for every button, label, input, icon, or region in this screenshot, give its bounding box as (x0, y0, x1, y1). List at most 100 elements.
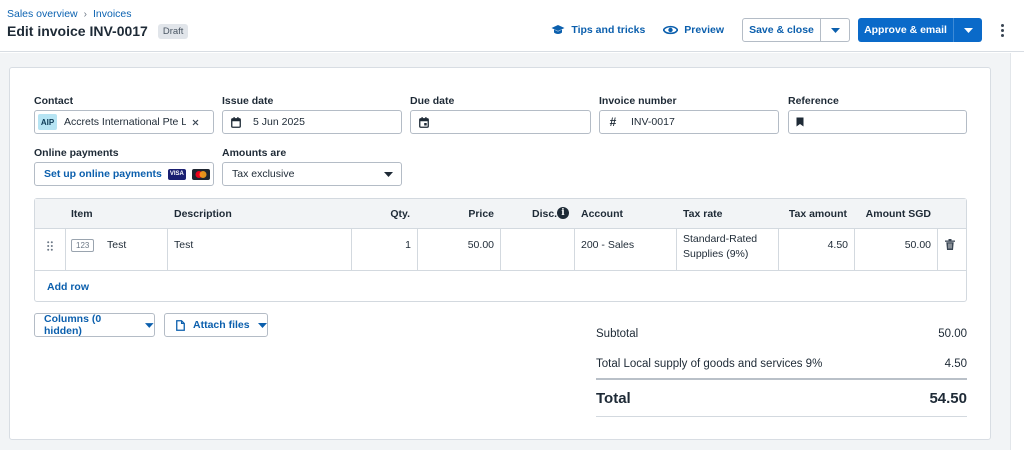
amount-value: 50.00 (904, 239, 931, 251)
contact-field[interactable]: AIP Accrets International Pte Ltd (34, 110, 214, 134)
cell-item[interactable]: 123 Test (66, 229, 168, 271)
contact-value: Accrets International Pte Ltd (64, 116, 186, 128)
caret-down-icon (830, 27, 840, 33)
breadcrumb-sales-overview[interactable]: Sales overview (7, 8, 78, 20)
col-description: Description (174, 208, 232, 220)
caret-down-icon (145, 322, 154, 328)
line-items-table: Item Description Qty. Price Disc. i Acco… (34, 198, 967, 302)
bookmark-icon (789, 117, 811, 127)
status-badge: Draft (157, 23, 189, 39)
approve-options-dropdown[interactable] (953, 18, 982, 42)
totals-panel: Subtotal 50.00 Total Local supply of goo… (596, 320, 967, 417)
cell-account[interactable]: 200 - Sales (575, 229, 677, 271)
tips-label: Tips and tricks (571, 24, 646, 36)
cell-tax-rate[interactable]: Standard-Rated Supplies (9%) (677, 229, 779, 271)
cell-description[interactable]: Test (168, 229, 352, 271)
total-value: 54.50 (929, 390, 967, 407)
tax-rate-line2: Supplies (9%) (683, 248, 749, 260)
calendar-icon (225, 116, 247, 128)
top-header: Sales overview › Invoices Edit invoice I… (0, 0, 1024, 52)
col-qty: Qty. (390, 208, 410, 220)
account-value: 200 - Sales (581, 239, 635, 251)
clear-icon[interactable] (192, 119, 199, 126)
caret-down-icon (257, 322, 267, 328)
info-icon[interactable]: i (557, 207, 569, 219)
invoice-card: Contact Issue date Due date Invoice numb… (9, 67, 991, 440)
approve-email-button[interactable]: Approve & email (858, 18, 953, 42)
col-tax-amount: Tax amount (788, 208, 847, 220)
table-header: Item Description Qty. Price Disc. i Acco… (35, 199, 966, 229)
qty-value: 1 (405, 239, 411, 251)
visa-icon: VISA (167, 168, 186, 180)
col-disc: Disc. (532, 208, 558, 220)
table-row: 123 Test Test 1 50.00 200 - Sales Standa… (35, 229, 966, 271)
breadcrumb-invoices[interactable]: Invoices (93, 8, 132, 20)
amounts-are-value: Tax exclusive (232, 168, 295, 180)
cell-tax-amount[interactable]: 4.50 (779, 229, 855, 271)
tips-and-tricks-button[interactable]: Tips and tricks (551, 24, 645, 36)
attach-files-button[interactable]: Attach files (164, 313, 268, 337)
col-tax-rate: Tax rate (683, 208, 723, 220)
drag-handle[interactable] (35, 229, 66, 271)
tax-amount-value: 4.50 (827, 239, 848, 251)
col-price: Price (468, 208, 494, 220)
file-icon (176, 319, 185, 331)
save-options-dropdown[interactable] (821, 18, 850, 42)
col-item: Item (71, 208, 93, 220)
setup-online-payments-link[interactable]: Set up online payments (44, 168, 162, 180)
cell-qty[interactable]: 1 (352, 229, 418, 271)
issue-date-field[interactable]: 5 Jun 2025 (222, 110, 402, 134)
invoice-number-label: Invoice number (599, 95, 677, 107)
cell-disc[interactable] (501, 229, 575, 271)
subtotal-value: 50.00 (938, 328, 967, 340)
amounts-are-select[interactable]: Tax exclusive (222, 162, 402, 186)
col-account: Account (581, 208, 623, 220)
caret-down-icon (384, 171, 393, 177)
content-area: Contact Issue date Due date Invoice numb… (0, 53, 1024, 450)
cell-price[interactable]: 50.00 (418, 229, 501, 271)
breadcrumb-separator: › (83, 8, 87, 20)
contact-label: Contact (34, 95, 74, 107)
reference-field[interactable] (788, 110, 967, 134)
online-payments-field: Set up online payments VISA (34, 162, 214, 186)
online-payments-label: Online payments (34, 147, 119, 159)
total-label: Total (596, 390, 631, 407)
contact-avatar: AIP (38, 114, 57, 130)
tax-rate-line1: Standard-Rated (683, 233, 758, 245)
calendar-icon (413, 116, 435, 128)
item-value: Test (107, 239, 127, 251)
price-value: 50.00 (467, 239, 494, 251)
item-code: 123 (71, 239, 95, 252)
trash-icon[interactable] (945, 239, 955, 250)
more-options-icon[interactable] (992, 23, 1012, 37)
columns-button[interactable]: Columns (0 hidden) (34, 313, 155, 337)
col-amount: Amount SGD (865, 208, 931, 220)
page-title: Edit invoice INV-0017 (7, 23, 148, 39)
add-row-button[interactable]: Add row (47, 281, 89, 293)
attach-label: Attach files (193, 319, 250, 331)
invoice-number-value: INV-0017 (631, 116, 675, 128)
issue-date-label: Issue date (222, 95, 274, 107)
amounts-are-label: Amounts are (222, 147, 287, 159)
preview-button[interactable]: Preview (663, 24, 724, 36)
eye-icon (663, 25, 679, 35)
issue-date-value: 5 Jun 2025 (253, 116, 305, 128)
description-value: Test (174, 239, 194, 251)
scrollbar[interactable] (1010, 53, 1024, 450)
save-close-button[interactable]: Save & close (742, 18, 821, 42)
breadcrumb: Sales overview › Invoices (7, 8, 132, 20)
subtotal-label: Subtotal (596, 328, 639, 340)
reference-label: Reference (788, 95, 839, 107)
invoice-number-field[interactable]: # INV-0017 (599, 110, 779, 134)
graduation-cap-icon (551, 25, 565, 34)
drag-handle-icon (47, 241, 53, 251)
tax-value: 4.50 (944, 358, 967, 370)
preview-label: Preview (684, 24, 724, 36)
mastercard-icon (191, 168, 210, 180)
due-date-label: Due date (410, 95, 455, 107)
tax-label: Total Local supply of goods and services… (596, 358, 823, 370)
hash-icon: # (609, 115, 617, 129)
cell-amount[interactable]: 50.00 (855, 229, 938, 271)
due-date-field[interactable] (410, 110, 591, 134)
columns-label: Columns (0 hidden) (44, 313, 102, 337)
